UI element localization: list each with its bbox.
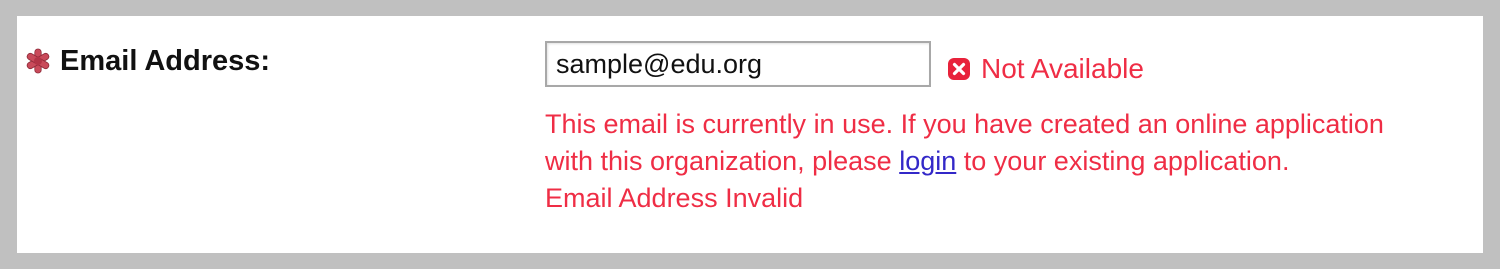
- login-hint-prefix: with this organization, please: [545, 146, 900, 176]
- login-hint-suffix: to your existing application.: [956, 146, 1290, 176]
- email-field-label: Email Address:: [60, 45, 271, 77]
- email-label-row: Email Address:: [25, 44, 270, 78]
- availability-status: Not Available: [947, 52, 1144, 86]
- error-x-icon: [948, 58, 970, 80]
- login-link[interactable]: login: [899, 146, 956, 176]
- email-field-panel: Email Address: Not Available This email …: [17, 16, 1483, 253]
- error-message-in-use: This email is currently in use. If you h…: [545, 109, 1384, 139]
- asterisk-icon: [26, 48, 50, 74]
- availability-status-text: Not Available: [981, 53, 1144, 84]
- email-input[interactable]: [545, 41, 931, 87]
- error-messages: This email is currently in use. If you h…: [545, 106, 1475, 217]
- error-message-login-hint: with this organization, please login to …: [545, 143, 1475, 180]
- error-message-invalid: Email Address Invalid: [545, 183, 804, 213]
